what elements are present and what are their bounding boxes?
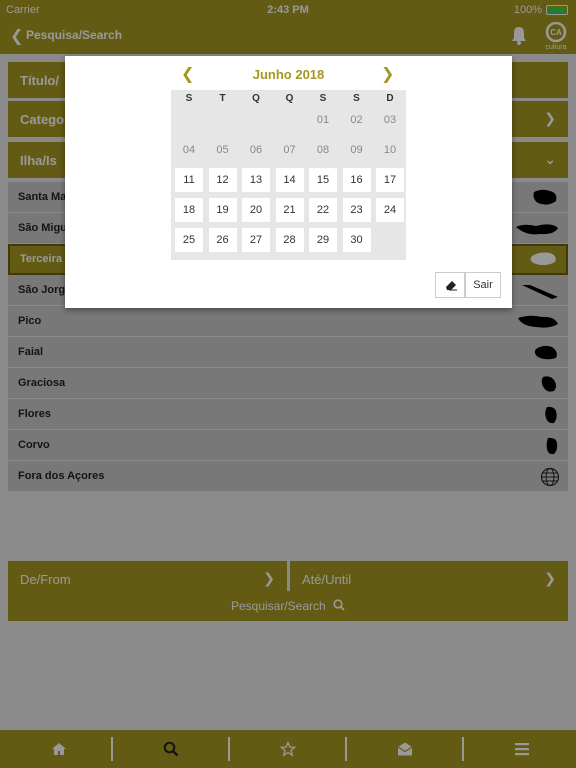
weekday-header: S — [353, 93, 360, 104]
calendar-day[interactable]: 13 — [242, 168, 270, 192]
calendar-day: 08 — [316, 144, 330, 156]
calendar-day[interactable]: 22 — [309, 198, 337, 222]
calendar-day: 09 — [350, 144, 363, 156]
calendar-day[interactable]: 28 — [275, 228, 304, 252]
calendar-day[interactable]: 18 — [175, 198, 203, 222]
calendar-day[interactable]: 27 — [242, 228, 270, 252]
calendar-day: 06 — [249, 144, 263, 156]
calendar-day: 03 — [383, 114, 397, 126]
calendar-header: ❮ Junho 2018 ❯ — [65, 64, 512, 84]
calendar-day[interactable]: 25 — [175, 228, 203, 252]
calendar-popup: ❮ Junho 2018 ❯ S T Q Q S S D 01 02 03 04 05 06 07 08 09… — [65, 56, 512, 308]
weekday-header: S — [319, 93, 327, 104]
calendar-day[interactable]: 24 — [376, 198, 404, 222]
weekday-header: Q — [285, 93, 294, 104]
calendar-day[interactable]: 26 — [208, 228, 237, 252]
calendar-day[interactable]: 23 — [342, 198, 371, 222]
calendar-month-label: Junho 2018 — [252, 67, 325, 82]
calendar-day: 02 — [350, 114, 363, 126]
weekday-header: D — [386, 93, 394, 104]
calendar-day[interactable]: 11 — [175, 168, 203, 192]
calendar-day: 01 — [316, 114, 330, 126]
calendar-day[interactable]: 14 — [275, 168, 304, 192]
calendar-day: 04 — [182, 144, 196, 156]
calendar-day[interactable]: 16 — [342, 168, 371, 192]
weekday-header: T — [219, 93, 226, 104]
eraser-icon — [446, 281, 457, 291]
calendar-day: 10 — [383, 144, 397, 156]
next-month-chevron-icon[interactable]: ❯ — [381, 64, 394, 84]
calendar-day: 05 — [216, 144, 229, 156]
calendar-day[interactable]: 29 — [309, 228, 337, 252]
calendar-day[interactable]: 12 — [208, 168, 237, 192]
calendar-day[interactable]: 17 — [376, 168, 404, 192]
calendar-grid: S T Q Q S S D 01 02 03 04 05 06 07 08 09 10 11 12 13 14 15 16 1… — [171, 90, 406, 260]
calendar-day[interactable]: 30 — [342, 228, 371, 252]
calendar-day: 07 — [283, 144, 296, 156]
calendar-day[interactable]: 15 — [309, 168, 337, 192]
clear-date-button[interactable] — [435, 272, 465, 298]
weekday-header: S — [185, 93, 193, 104]
calendar-day[interactable]: 21 — [275, 198, 304, 222]
weekday-header: Q — [252, 93, 260, 104]
calendar-day[interactable]: 19 — [208, 198, 237, 222]
exit-button[interactable]: Sair — [465, 272, 501, 298]
calendar-day[interactable]: 20 — [242, 198, 270, 222]
